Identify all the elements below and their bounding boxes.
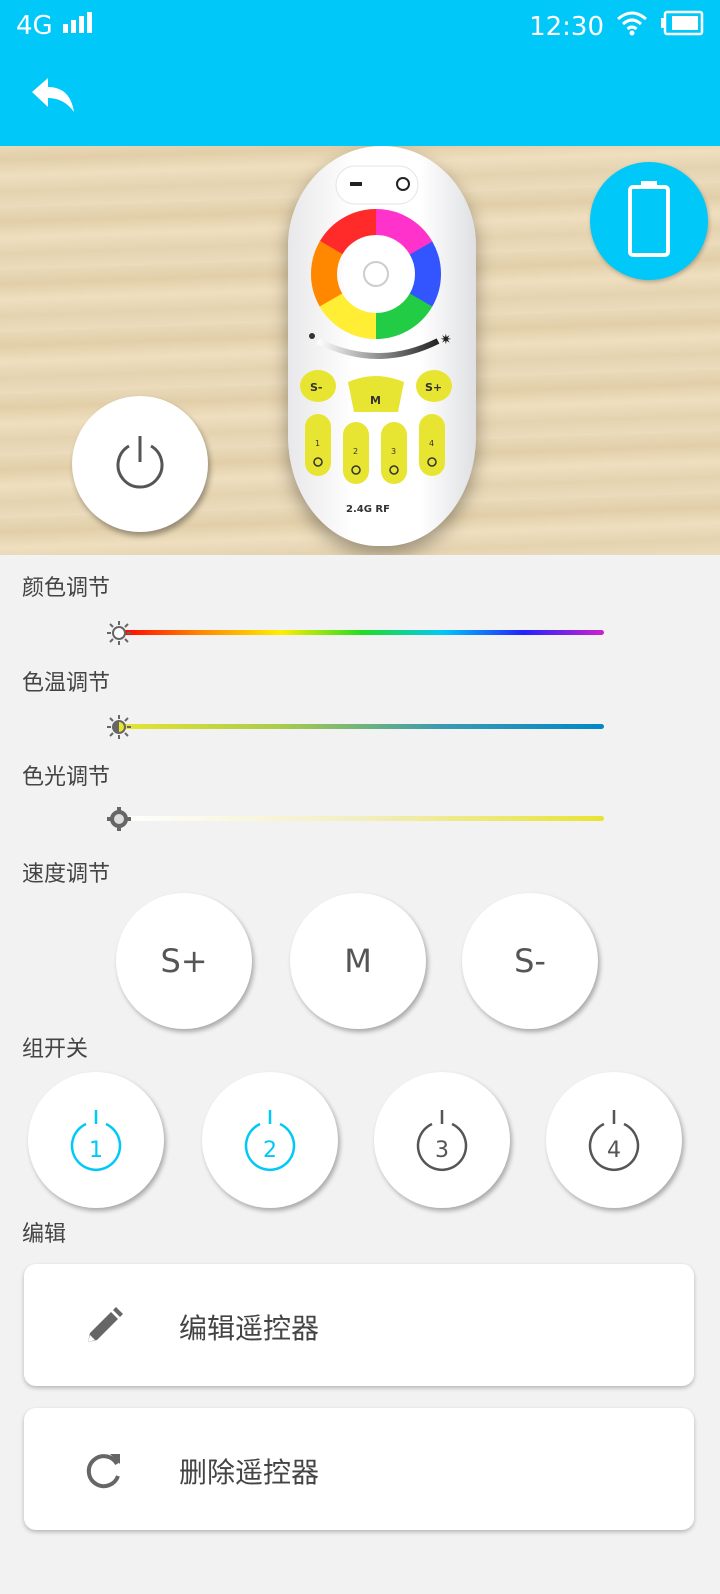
speed-plus-button[interactable]: S+ xyxy=(116,893,252,1029)
color-temp-slider-track xyxy=(120,724,604,729)
back-button[interactable] xyxy=(28,76,78,120)
back-arrow-icon xyxy=(30,76,76,120)
color-slider[interactable] xyxy=(106,620,604,646)
svg-text:2: 2 xyxy=(353,447,358,456)
group-4-power-icon: 4 xyxy=(588,1110,640,1172)
group-switch-label: 组开关 xyxy=(22,1037,89,1062)
edit-remote-button[interactable]: 编辑遥控器 xyxy=(24,1264,694,1386)
color-slider-thumb-icon[interactable] xyxy=(106,620,132,646)
speed-adjust-label: 速度调节 xyxy=(22,862,111,887)
group-1-number: 1 xyxy=(89,1138,103,1163)
power-icon xyxy=(112,434,168,494)
svg-text:M: M xyxy=(370,394,381,407)
group-3-button[interactable]: 3 xyxy=(374,1072,510,1208)
signal-icon xyxy=(61,10,99,41)
color-adjust-label: 颜色调节 xyxy=(22,576,111,601)
color-slider-track xyxy=(120,630,604,635)
color-light-slider[interactable] xyxy=(106,806,604,832)
svg-text:S+: S+ xyxy=(425,381,442,394)
group-3-number: 3 xyxy=(435,1138,449,1163)
color-temp-slider-thumb-icon[interactable] xyxy=(106,714,132,740)
speed-minus-button[interactable]: S- xyxy=(462,893,598,1029)
speed-mode-button[interactable]: M xyxy=(290,893,426,1029)
svg-text:✷: ✷ xyxy=(440,332,452,348)
clock: 12:30 xyxy=(529,11,604,42)
wifi-icon xyxy=(616,10,648,43)
app-bar xyxy=(0,50,720,146)
color-light-slider-track xyxy=(120,816,604,821)
svg-text:S-: S- xyxy=(310,381,323,394)
svg-text:1: 1 xyxy=(315,439,320,448)
svg-text:2.4G RF: 2.4G RF xyxy=(346,504,390,515)
group-2-power-icon: 2 xyxy=(244,1110,296,1172)
edit-remote-label: 编辑遥控器 xyxy=(179,1312,320,1345)
power-button[interactable] xyxy=(72,396,208,532)
group-4-number: 4 xyxy=(607,1138,621,1163)
color-temp-adjust-label: 色温调节 xyxy=(22,671,111,696)
delete-remote-label: 删除遥控器 xyxy=(179,1456,320,1489)
battery-button[interactable] xyxy=(590,162,708,280)
color-light-adjust-label: 色光调节 xyxy=(22,765,111,790)
battery-icon xyxy=(626,179,672,263)
battery-status-icon xyxy=(660,10,704,43)
edit-section-label: 编辑 xyxy=(22,1222,67,1247)
network-type: 4G xyxy=(16,10,53,41)
svg-text:3: 3 xyxy=(391,447,396,456)
group-1-power-icon: 1 xyxy=(70,1110,122,1172)
status-bar: 4G 12:30 xyxy=(0,0,720,50)
group-1-button[interactable]: 1 xyxy=(28,1072,164,1208)
group-2-number: 2 xyxy=(263,1138,277,1163)
pencil-icon xyxy=(82,1304,126,1348)
group-3-power-icon: 3 xyxy=(416,1110,468,1172)
delete-remote-button[interactable]: 删除遥控器 xyxy=(24,1408,694,1530)
color-light-slider-thumb-icon[interactable] xyxy=(106,806,132,832)
group-4-button[interactable]: 4 xyxy=(546,1072,682,1208)
remote-control-image: ✷ S- M S+ 1 2 3 4 2.4G RF xyxy=(288,146,476,546)
group-2-button[interactable]: 2 xyxy=(202,1072,338,1208)
refresh-icon xyxy=(82,1448,126,1492)
color-temp-slider[interactable] xyxy=(106,714,604,740)
svg-text:4: 4 xyxy=(429,439,434,448)
